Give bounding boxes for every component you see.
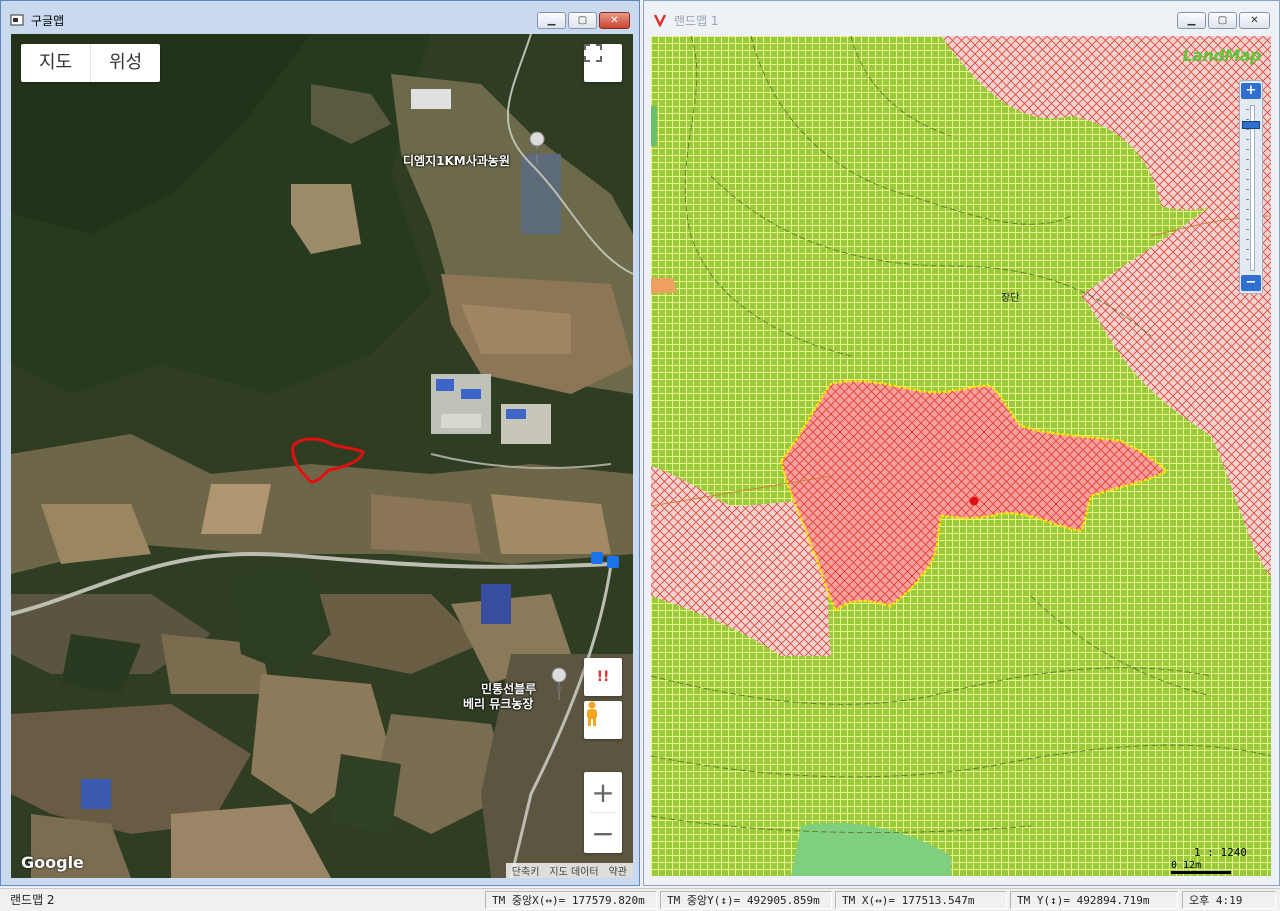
zoom-tick — [1246, 229, 1249, 230]
landmap-logo: LandMap — [1182, 46, 1261, 65]
maximize-button[interactable]: ▢ — [568, 12, 597, 29]
place-label[interactable]: 디엠지1KM사과농원 — [403, 152, 510, 169]
bus-stop-icon — [607, 556, 619, 568]
satellite-imagery — [11, 34, 633, 878]
land-use-zones — [651, 36, 1271, 876]
landmap-app-icon — [653, 14, 667, 27]
status-window-title: 랜드맵 2 — [10, 893, 55, 907]
map-type-satellite-button[interactable]: 위성 — [90, 44, 160, 82]
zoom-tick — [1246, 209, 1249, 210]
zoom-slider[interactable]: + − — [1239, 80, 1263, 294]
zoom-tick — [1246, 109, 1249, 110]
zoom-tick — [1246, 239, 1249, 240]
status-tm-x: TM X(↔)= 177513.547m — [835, 891, 1007, 909]
satellite-map[interactable]: 디엠지1KM사과농원 민통선블루 베리 뮤크농장 지도 위성 !! + − Go… — [11, 34, 633, 878]
zoom-tick — [1246, 129, 1249, 130]
window-title: 랜드맵 1 — [674, 14, 719, 28]
zoom-tick — [1246, 249, 1249, 250]
zoom-in-button[interactable]: + — [1241, 83, 1261, 99]
place-label: 장단 — [1001, 293, 1020, 304]
minimize-button[interactable]: ▁ — [1177, 12, 1206, 29]
map-data-link[interactable]: 지도 데이터 — [549, 863, 598, 878]
location-marker — [969, 496, 979, 506]
pegman-icon — [587, 701, 597, 726]
status-bar: 랜드맵 2 TM 중앙X(↔)= 177579.820m TM 중앙Y(↕)= … — [0, 888, 1280, 911]
app-icon — [10, 14, 24, 26]
zoom-tick — [1246, 149, 1249, 150]
status-tm-center-x: TM 중앙X(↔)= 177579.820m — [485, 891, 657, 909]
zoom-tick — [1246, 219, 1249, 220]
zoom-tick — [1246, 139, 1249, 140]
zoom-tick — [1246, 119, 1249, 120]
zoom-track[interactable] — [1250, 105, 1255, 271]
status-tm-center-y: TM 중앙Y(↕)= 492905.859m — [660, 891, 832, 909]
map-type-map-button[interactable]: 지도 — [21, 44, 90, 82]
google-logo: Google — [21, 853, 84, 872]
google-map-window: 구글맵 ▁ ▢ ✕ 디엠지1KM사과농원 민통선블루 베리 뮤크농장 지도 위성… — [0, 0, 640, 886]
alert-button[interactable]: !! — [584, 658, 622, 696]
zoom-tick — [1246, 179, 1249, 180]
street-view-button[interactable] — [584, 701, 622, 739]
attribution-bar: 단축키 지도 데이터 약관 — [505, 863, 633, 878]
maximize-button[interactable]: ▢ — [1208, 12, 1237, 29]
zoom-tick — [1246, 189, 1249, 190]
scale-ratio: 1 : 1240 — [1194, 846, 1247, 859]
scale-bar: 0 12m — [1171, 860, 1231, 874]
zoom-tick — [1246, 169, 1249, 170]
fullscreen-button[interactable] — [584, 44, 622, 82]
zoom-thumb[interactable] — [1242, 121, 1260, 129]
zoom-out-button[interactable]: − — [584, 813, 622, 853]
terms-link[interactable]: 약관 — [609, 863, 627, 878]
title-bar[interactable]: 랜드맵 1 ▁ ▢ ✕ — [644, 1, 1279, 33]
scale-bar-label: 0 12m — [1171, 860, 1202, 871]
title-bar[interactable]: 구글맵 ▁ ▢ ✕ — [1, 1, 639, 33]
zoom-tick — [1246, 199, 1249, 200]
zoom-control: + − — [584, 772, 622, 853]
minimize-button[interactable]: ▁ — [537, 12, 566, 29]
scale-bar-line — [1171, 871, 1231, 874]
status-time: 오후 4:19 — [1182, 891, 1276, 909]
close-button[interactable]: ✕ — [1239, 12, 1270, 29]
close-button[interactable]: ✕ — [599, 12, 630, 29]
status-tm-y: TM Y(↕)= 492894.719m — [1010, 891, 1178, 909]
map-type-toggle: 지도 위성 — [21, 44, 161, 82]
zoom-in-button[interactable]: + — [584, 772, 622, 812]
zoom-tick — [1246, 159, 1249, 160]
place-label-line2[interactable]: 베리 뮤크농장 — [463, 695, 533, 712]
land-use-map[interactable]: LandMap 장단 + − 1 : 1240 0 12m — [651, 36, 1271, 876]
bus-stop-icon — [591, 552, 603, 564]
fullscreen-icon — [584, 44, 602, 62]
zoom-out-button[interactable]: − — [1241, 275, 1261, 291]
shortcuts-link[interactable]: 단축키 — [512, 863, 540, 878]
window-title: 구글맵 — [31, 14, 65, 28]
zoom-tick — [1246, 259, 1249, 260]
